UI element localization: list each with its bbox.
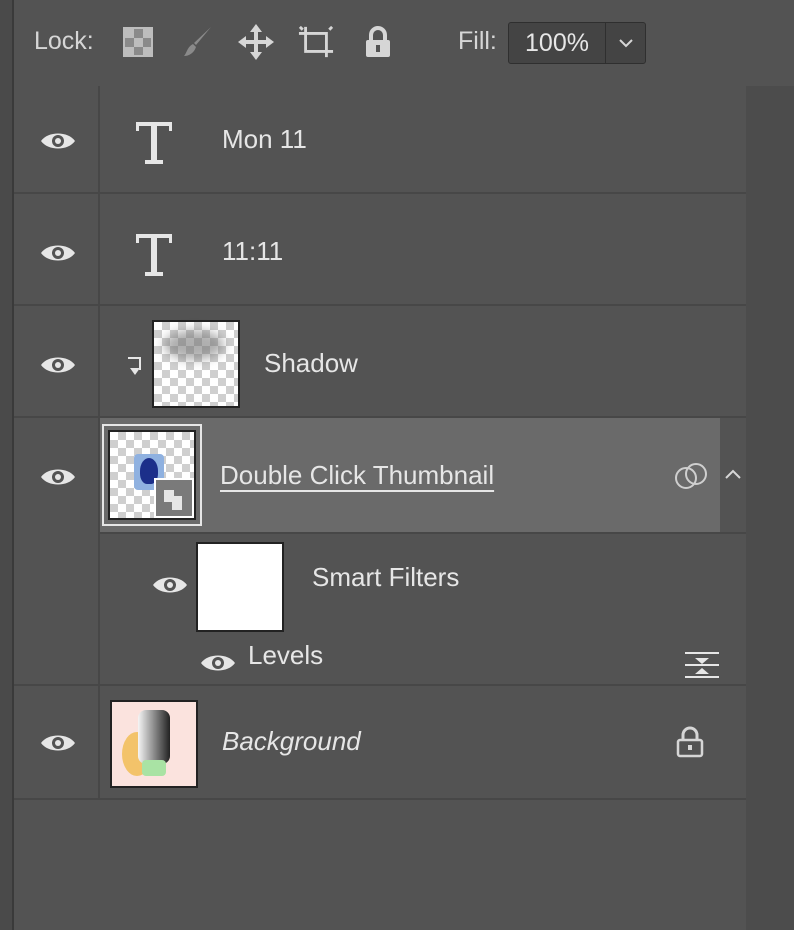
smart-object-thumbnail[interactable] bbox=[108, 430, 196, 520]
smart-filter-effects-icon[interactable] bbox=[674, 460, 710, 492]
smart-object-badge-icon bbox=[154, 478, 194, 518]
layer-name[interactable]: 11:11 bbox=[222, 236, 283, 267]
layers-lock-toolbar: Lock: Fill: 100% bbox=[14, 0, 794, 86]
fill-label: Fill: bbox=[458, 27, 497, 55]
lock-label: Lock: bbox=[34, 27, 94, 55]
filter-blending-options-icon[interactable] bbox=[684, 650, 720, 680]
lock-image-pixels-icon[interactable] bbox=[180, 24, 216, 60]
visibility-toggle[interactable] bbox=[14, 686, 100, 798]
layer-row[interactable]: 11:11 bbox=[14, 194, 746, 306]
visibility-toggle[interactable] bbox=[14, 86, 100, 192]
eye-icon[interactable] bbox=[152, 574, 188, 596]
visibility-toggle[interactable] bbox=[14, 306, 100, 416]
smart-filters-label[interactable]: Smart Filters bbox=[312, 562, 459, 593]
fill-value[interactable]: 100% bbox=[509, 23, 606, 63]
chevron-up-icon[interactable] bbox=[724, 468, 742, 480]
eye-icon[interactable] bbox=[200, 652, 236, 674]
visibility-toggle[interactable] bbox=[14, 418, 100, 684]
layer-thumbnail[interactable] bbox=[152, 320, 240, 408]
filter-name[interactable]: Levels bbox=[248, 640, 323, 671]
chevron-down-icon[interactable] bbox=[606, 23, 645, 63]
lock-transparent-pixels-icon[interactable] bbox=[120, 24, 156, 60]
lock-artboard-icon[interactable] bbox=[298, 24, 334, 60]
layer-row[interactable]: Shadow bbox=[14, 306, 746, 418]
lock-position-icon[interactable] bbox=[238, 24, 274, 60]
layer-name[interactable]: Mon 11 bbox=[222, 124, 307, 155]
background-thumbnail[interactable] bbox=[110, 700, 198, 788]
eye-icon[interactable] bbox=[40, 242, 76, 264]
lock-all-icon[interactable] bbox=[360, 24, 396, 60]
smart-filters-mask-thumbnail[interactable] bbox=[196, 542, 284, 632]
fill-dropdown[interactable]: 100% bbox=[508, 22, 646, 64]
text-layer-icon bbox=[136, 234, 172, 276]
layer-name[interactable]: Background bbox=[222, 726, 361, 757]
left-panel-edge bbox=[0, 0, 14, 930]
text-layer-icon bbox=[136, 122, 172, 164]
clipping-arrow-icon bbox=[128, 357, 141, 375]
layers-scrollbar-track[interactable] bbox=[746, 86, 794, 930]
eye-icon[interactable] bbox=[40, 354, 76, 376]
layer-row-smart-object[interactable]: Double Click Thumbnail Smart Filters Lev… bbox=[14, 418, 746, 686]
layer-row[interactable]: Mon 11 bbox=[14, 86, 746, 194]
layer-name[interactable]: Double Click Thumbnail bbox=[220, 460, 494, 491]
eye-icon[interactable] bbox=[40, 466, 76, 488]
eye-icon[interactable] bbox=[40, 732, 76, 754]
layer-name[interactable]: Shadow bbox=[264, 348, 358, 379]
layer-row[interactable]: Background bbox=[14, 686, 746, 800]
eye-icon[interactable] bbox=[40, 130, 76, 152]
lock-icon[interactable] bbox=[676, 726, 704, 758]
visibility-toggle[interactable] bbox=[14, 194, 100, 304]
